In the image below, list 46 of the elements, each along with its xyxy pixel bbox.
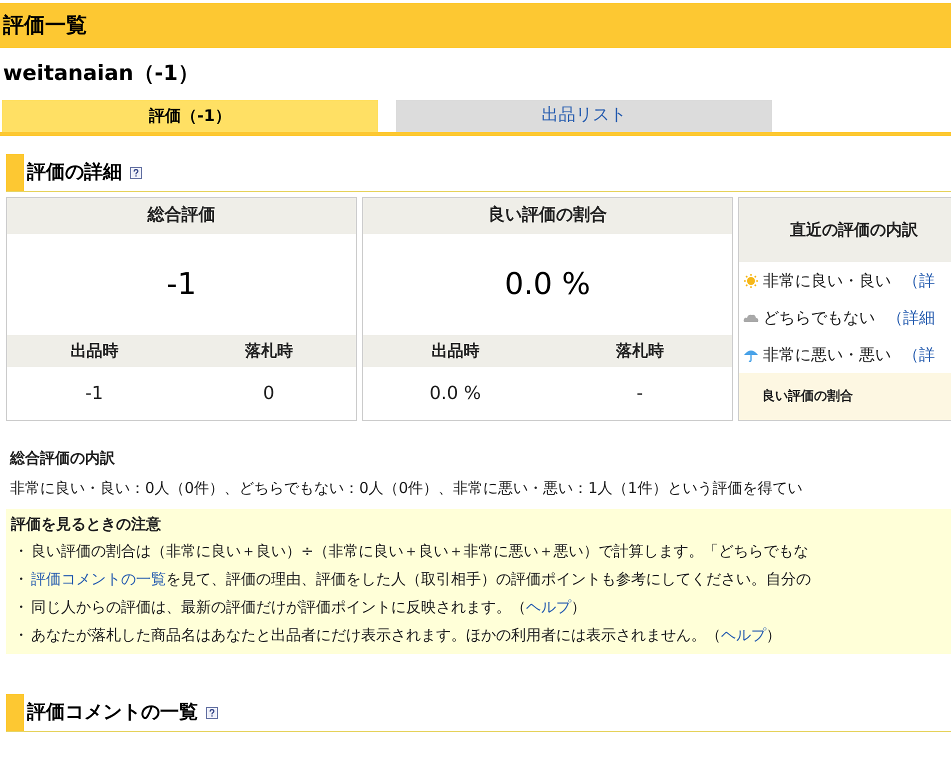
rating-label: 非常に悪い・悪い	[763, 344, 891, 366]
bullet: ・	[12, 596, 30, 618]
column-value: 0.0 %	[428, 382, 482, 406]
rating-label: 非常に良い・良い	[763, 270, 891, 292]
page-title: 評価一覧	[3, 12, 87, 39]
bullet: ・	[12, 568, 30, 590]
notes-title: 評価を見るときの注意	[11, 514, 162, 535]
column-label: 落札時	[614, 340, 665, 362]
footer-label: 良い評価の割合	[762, 388, 853, 406]
column-label: 出品時	[430, 340, 480, 362]
column-value: -1	[84, 382, 104, 406]
column-label: 出品時	[69, 340, 120, 362]
detail-link[interactable]: （詳	[903, 342, 935, 366]
card-value: -1	[166, 266, 196, 304]
card-title: 良い評価の割合	[488, 204, 607, 228]
section-title: 評価コメントの一覧	[27, 700, 198, 726]
card-title: 総合評価	[148, 204, 216, 228]
card-value: 0.0 %	[504, 266, 590, 304]
breakdown-title: 総合評価の内訳	[10, 448, 116, 469]
tab[interactable]: 評価（-1）	[2, 100, 378, 132]
rating-label: どちらでもない	[763, 306, 875, 328]
section-title: 評価の詳細	[27, 160, 122, 186]
bullet: ・	[12, 624, 30, 646]
section-marker	[6, 694, 24, 731]
tab[interactable]: 出品リスト	[396, 100, 772, 132]
note-link[interactable]: ヘルプ	[526, 598, 571, 616]
section-marker	[6, 154, 24, 191]
sun-icon	[743, 272, 759, 288]
cloud-icon	[743, 312, 759, 322]
note-link[interactable]: 評価コメントの一覧	[31, 570, 166, 588]
note-text: あなたが落札した商品名はあなたと出品者にだけ表示されます。ほかの利用者には表示されません。（ヘルプ）	[31, 624, 781, 646]
help-icon[interactable]	[130, 166, 142, 178]
note-text: 同じ人からの評価は、最新の評価だけが評価ポイントに反映されます。（ヘルプ）	[31, 596, 586, 618]
help-icon[interactable]	[206, 706, 218, 718]
card-title: 直近の評価の内訳	[790, 219, 918, 241]
detail-link[interactable]: （詳	[903, 268, 935, 292]
breakdown-text: 非常に良い・良い：0人（0件）、どちらでもない：0人（0件）、非常に悪い・悪い：1人（1件）という評価を得てい	[10, 478, 804, 499]
column-label: 落札時	[244, 340, 294, 362]
column-value: -	[636, 382, 644, 406]
column-value: 0	[262, 382, 276, 406]
note-text: 良い評価の割合は（非常に良い＋良い）÷（非常に良い＋良い＋非常に悪い＋悪い）で計算します。「どちらでもな	[31, 540, 809, 562]
user-heading: weitanaian（-1）	[3, 60, 199, 88]
note-link[interactable]: ヘルプ	[721, 626, 766, 644]
detail-link[interactable]: （詳細	[887, 306, 935, 330]
note-text: 評価コメントの一覧を見て、評価の理由、評価をした人（取引相手）の評価ポイントも参考にしてください。自分の	[31, 568, 811, 590]
bullet: ・	[12, 540, 30, 562]
